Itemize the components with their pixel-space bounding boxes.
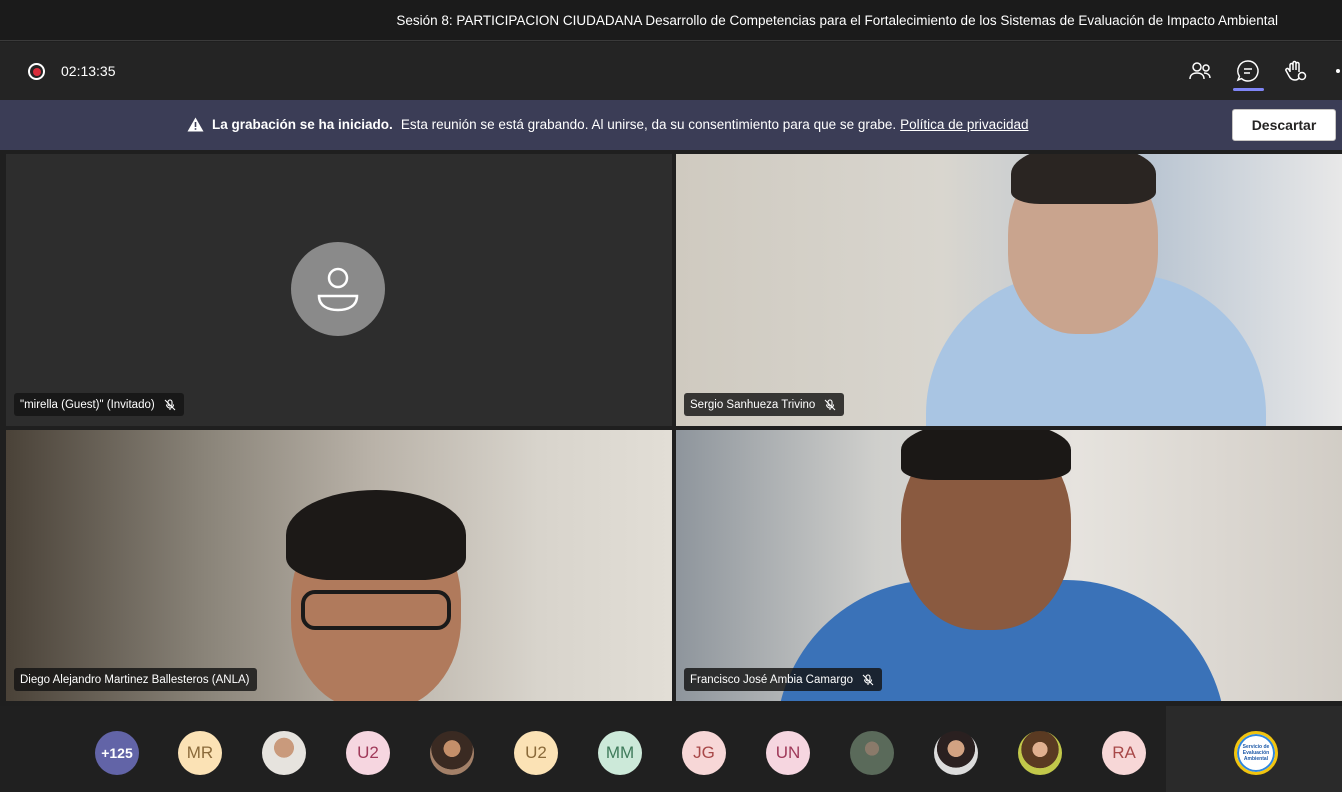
participant-avatar[interactable]: UN — [766, 731, 810, 775]
participant-name-label: Diego Alejandro Martinez Ballesteros (AN… — [14, 668, 258, 691]
participant-name: Sergio Sanhueza Trivino — [690, 398, 816, 411]
warning-icon — [187, 117, 204, 132]
video-tile-sergio[interactable]: Sergio Sanhueza Trivino — [676, 154, 1342, 426]
participant-avatar-photo[interactable] — [430, 731, 474, 775]
participant-avatar-photo[interactable] — [850, 731, 894, 775]
participant-avatar[interactable]: U2 — [514, 731, 558, 775]
participant-avatar[interactable]: MM — [598, 731, 642, 775]
overflow-participants-button[interactable]: +125 — [95, 731, 139, 775]
dismiss-button[interactable]: Descartar — [1232, 109, 1336, 141]
participant-name-label: Francisco José Ambia Camargo — [684, 668, 882, 691]
more-icon[interactable] — [1336, 69, 1340, 73]
banner-text: Esta reunión se está grabando. Al unirse… — [400, 117, 897, 132]
banner-message: La grabación se ha iniciado. Esta reunió… — [187, 117, 1028, 132]
participant-name: Diego Alejandro Martinez Ballesteros (AN… — [20, 673, 250, 686]
participant-avatar[interactable]: MR — [178, 731, 222, 775]
people-icon[interactable] — [1187, 58, 1213, 84]
recording-banner: La grabación se ha iniciado. Esta reunió… — [0, 100, 1342, 150]
meeting-title: Sesión 8: PARTICIPACION CIUDADANA Desarr… — [396, 13, 1278, 28]
recording-icon — [28, 63, 45, 80]
mic-off-icon — [164, 398, 176, 410]
logo-text-line: Ambiental — [1243, 756, 1269, 762]
raise-hand-icon[interactable] — [1282, 58, 1308, 84]
meeting-timer: 02:13:35 — [61, 63, 116, 79]
participant-name: Francisco José Ambia Camargo — [690, 673, 853, 686]
title-bar: Sesión 8: PARTICIPACION CIUDADANA Desarr… — [0, 0, 1342, 41]
participant-avatar-photo[interactable] — [934, 731, 978, 775]
participant-avatar-photo[interactable] — [262, 731, 306, 775]
chat-icon[interactable] — [1235, 58, 1261, 84]
person-icon — [317, 267, 359, 312]
participant-avatar[interactable]: RA — [1102, 731, 1146, 775]
participant-video-hair — [286, 490, 466, 580]
participant-name-label: "mirella (Guest)" (Invitado) — [14, 393, 184, 416]
chat-active-indicator — [1233, 88, 1264, 91]
video-tile-francisco[interactable]: Francisco José Ambia Camargo — [676, 430, 1342, 701]
video-tile-mirella[interactable]: "mirella (Guest)" (Invitado) — [6, 154, 672, 426]
participant-avatar[interactable]: U2 — [346, 731, 390, 775]
mic-off-icon — [862, 673, 874, 685]
organization-logo: Servicio de Evaluación Ambiental — [1234, 731, 1278, 775]
participant-avatar[interactable]: JG — [682, 731, 726, 775]
default-avatar — [291, 242, 385, 336]
participant-name: "mirella (Guest)" (Invitado) — [20, 398, 155, 411]
meeting-toolbar: 02:13:35 — [0, 42, 1342, 100]
mic-off-icon — [824, 398, 836, 410]
participant-video-hair — [1011, 154, 1156, 204]
participant-name-label: Sergio Sanhueza Trivino — [684, 393, 845, 416]
participant-avatar-photo[interactable] — [1018, 731, 1062, 775]
participant-video-glasses — [301, 590, 451, 630]
privacy-policy-link[interactable]: Política de privacidad — [900, 117, 1028, 132]
participant-video-hair — [901, 430, 1071, 480]
banner-bold-text: La grabación se ha iniciado. — [212, 117, 393, 132]
video-tile-diego[interactable]: Diego Alejandro Martinez Ballesteros (AN… — [6, 430, 672, 701]
